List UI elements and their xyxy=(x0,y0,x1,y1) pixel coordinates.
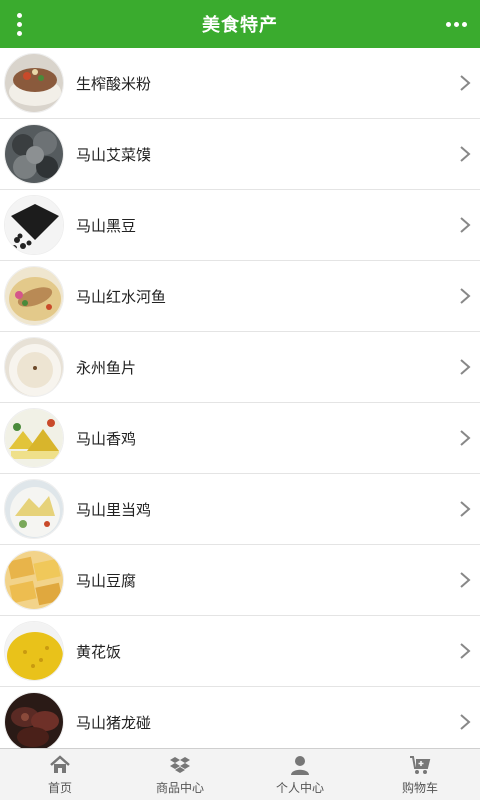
sausage-thumb xyxy=(4,692,64,748)
item-label: 马山豆腐 xyxy=(76,571,137,590)
chevron-right-icon xyxy=(460,288,471,304)
fish-thumb xyxy=(4,266,64,326)
tab-label: 购物车 xyxy=(401,780,438,795)
list-item[interactable]: 马山红水河鱼 xyxy=(0,261,480,332)
chevron-right-icon xyxy=(460,430,471,446)
list-item[interactable]: 黄花饭 xyxy=(0,616,480,687)
tab-profile[interactable]: 个人中心 xyxy=(240,749,360,800)
list-item[interactable]: 马山黑豆 xyxy=(0,190,480,261)
user-icon xyxy=(291,755,309,775)
item-label: 永州鱼片 xyxy=(76,358,137,377)
tofu-thumb xyxy=(4,550,64,610)
yellow-rice-thumb xyxy=(4,621,64,681)
tab-label: 个人中心 xyxy=(275,780,324,795)
item-label: 马山艾菜馍 xyxy=(76,145,152,164)
item-label: 马山红水河鱼 xyxy=(76,287,167,306)
chevron-right-icon xyxy=(460,643,471,659)
list-item[interactable]: 马山猪龙碰 xyxy=(0,687,480,748)
item-label: 马山香鸡 xyxy=(76,429,137,448)
item-label: 生榨酸米粉 xyxy=(76,74,152,93)
tab-label: 首页 xyxy=(47,780,72,795)
list-item[interactable]: 生榨酸米粉 xyxy=(0,48,480,119)
vertical-dots-icon-dot xyxy=(16,30,22,36)
cart-icon xyxy=(410,755,431,774)
item-label: 马山猪龙碰 xyxy=(76,713,152,732)
list-item[interactable]: 马山香鸡 xyxy=(0,403,480,474)
item-label: 马山黑豆 xyxy=(76,216,137,235)
product-list: 生榨酸米粉 马山艾菜馍 马山黑豆 马山红水河鱼 永州鱼片 马山香鸡 马山里当鸡 … xyxy=(0,48,480,748)
tab-home[interactable]: 首页 xyxy=(0,749,120,800)
horizontal-dots-icon xyxy=(445,21,451,27)
rice-noodle-thumb xyxy=(4,53,64,113)
tab-cart[interactable]: 购物车 xyxy=(360,749,480,800)
more-button[interactable] xyxy=(442,12,470,36)
tab-products[interactable]: 商品中心 xyxy=(120,749,240,800)
menu-button[interactable] xyxy=(8,8,30,40)
page-title: 美食特产 xyxy=(202,15,278,36)
horizontal-dots-icon-dot xyxy=(461,21,467,27)
chicken-thumb xyxy=(4,408,64,468)
chevron-right-icon xyxy=(460,714,471,730)
item-label: 马山里当鸡 xyxy=(76,500,152,519)
bottom-tab-bar: 首页 商品中心 个人中心 购物车 xyxy=(0,748,480,800)
horizontal-dots-icon-dot xyxy=(453,21,459,27)
fish-slice-thumb xyxy=(4,337,64,397)
chevron-right-icon xyxy=(460,75,471,91)
chevron-right-icon xyxy=(460,359,471,375)
list-item[interactable]: 马山豆腐 xyxy=(0,545,480,616)
chicken-dish-thumb xyxy=(4,479,64,539)
dumpling-thumb xyxy=(4,124,64,184)
home-icon xyxy=(50,754,70,773)
chevron-right-icon xyxy=(460,217,471,233)
vertical-dots-icon xyxy=(16,12,22,18)
app-header: 美食特产 xyxy=(0,0,480,48)
list-item[interactable]: 马山艾菜馍 xyxy=(0,119,480,190)
vertical-dots-icon-dot xyxy=(16,21,22,27)
chevron-right-icon xyxy=(460,146,471,162)
chevron-right-icon xyxy=(460,572,471,588)
dropbox-icon xyxy=(170,756,190,773)
chevron-right-icon xyxy=(460,501,471,517)
item-label: 黄花饭 xyxy=(76,642,122,661)
black-bean-thumb xyxy=(4,195,64,255)
list-item[interactable]: 永州鱼片 xyxy=(0,332,480,403)
tab-label: 商品中心 xyxy=(155,780,204,795)
list-item[interactable]: 马山里当鸡 xyxy=(0,474,480,545)
